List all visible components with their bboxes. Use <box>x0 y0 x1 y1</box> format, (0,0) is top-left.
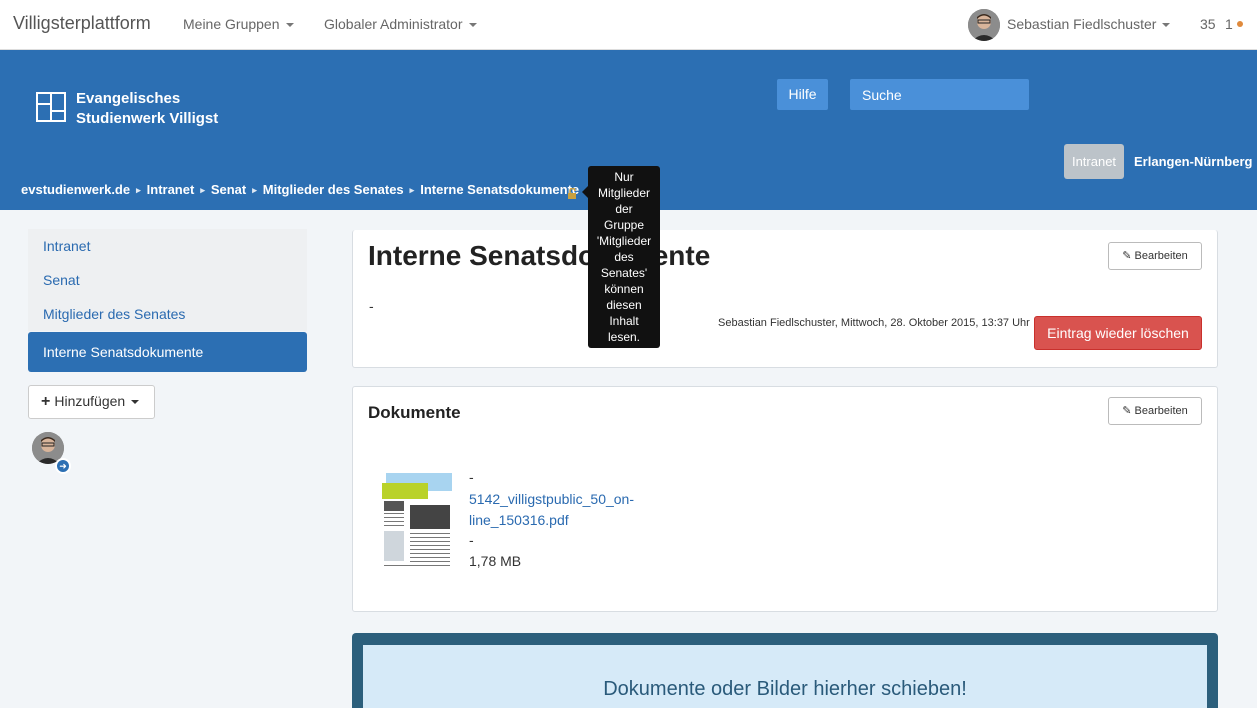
chevron-right-icon: ▸ <box>200 185 205 195</box>
chevron-down-icon <box>468 23 477 28</box>
user-name: Sebastian Fiedlschuster <box>1007 16 1171 32</box>
logo-text[interactable]: Evangelisches Studienwerk Villigst <box>76 89 218 129</box>
chevron-down-icon <box>285 23 294 28</box>
arrow-right-icon[interactable]: ➜ <box>55 458 71 474</box>
chevron-right-icon: ▸ <box>409 185 415 195</box>
breadcrumb-item[interactable]: Senat <box>211 182 246 197</box>
notification-count[interactable]: 35 <box>1200 16 1216 32</box>
delete-entry-button[interactable]: Eintrag wieder löschen <box>1034 316 1202 350</box>
tooltip-line: lesen. <box>607 330 641 344</box>
add-button[interactable]: + Hinzufügen <box>28 385 155 419</box>
tooltip-line: 'Mitglieder <box>596 234 652 248</box>
menu-label: Globaler Administrator <box>324 16 463 32</box>
avatar <box>968 9 1000 41</box>
menu-meine-gruppen[interactable]: Meine Gruppen <box>183 16 294 32</box>
breadcrumb: evstudienwerk.de ▸ Intranet ▸ Senat ▸ Mitglied… <box>21 182 579 197</box>
breadcrumb-item[interactable]: evstudienwerk.de <box>21 182 130 197</box>
unread-dot-icon <box>1237 21 1243 27</box>
search-input[interactable] <box>850 79 1029 110</box>
dropzone[interactable]: Dokumente oder Bilder hierher schieben! <box>352 633 1218 708</box>
sidebar-item-interne-senatsdokumente[interactable]: Interne Senatsdokumente <box>28 332 307 372</box>
edit-label: Bearbeiten <box>1134 250 1188 262</box>
plus-icon: + <box>41 393 51 410</box>
sidebar-item-intranet[interactable]: Intranet <box>28 229 307 263</box>
file-caption: - <box>469 532 474 548</box>
breadcrumb-item-current[interactable]: Interne Senatsdokumente <box>420 182 579 197</box>
tooltip-line: Mitglieder <box>597 186 651 200</box>
chevron-down-icon <box>1162 23 1171 28</box>
user-name-label: Sebastian Fiedlschuster <box>1007 16 1157 32</box>
logo-icon[interactable] <box>36 92 66 122</box>
documents-title: Dokumente <box>368 403 461 422</box>
menu-globaler-administrator[interactable]: Globaler Administrator <box>324 16 477 32</box>
edit-icon: ✎ <box>1122 250 1132 262</box>
chevron-down-icon <box>131 400 140 405</box>
file-link[interactable]: 5142_villigstpublic_50_on-line_150316.pd… <box>469 489 649 531</box>
sidebar-item-mitglieder-des-senates[interactable]: Mitglieder des Senates <box>28 297 307 331</box>
logo-line-2: Studienwerk Villigst <box>76 110 219 127</box>
help-button[interactable]: Hilfe <box>777 79 828 110</box>
page-body-text: - <box>369 298 374 314</box>
message-count[interactable]: 1 <box>1225 16 1233 32</box>
tooltip-line: Senates' <box>600 266 648 280</box>
edit-icon: ✎ <box>1122 405 1132 417</box>
tooltip-line: Gruppe <box>603 218 645 232</box>
page-panel: Interne Senatsdokumente ✎ Bearbeiten - S… <box>352 230 1218 368</box>
chevron-right-icon: ▸ <box>252 185 257 195</box>
edit-label: Bearbeiten <box>1134 405 1188 417</box>
breadcrumb-item[interactable]: Intranet <box>147 182 195 197</box>
tooltip-line: können <box>604 282 644 296</box>
pdf-thumbnail[interactable] <box>382 473 454 573</box>
chevron-right-icon: ▸ <box>136 185 141 195</box>
pill-intranet[interactable]: Intranet <box>1064 144 1124 179</box>
brand-link[interactable]: Villigsterplattform <box>13 13 151 34</box>
menu-label: Meine Gruppen <box>183 16 280 32</box>
tooltip-line: Inhalt <box>609 314 639 328</box>
top-navbar: Villigsterplattform Meine Gruppen Global… <box>0 0 1257 50</box>
dropzone-text: Dokumente oder Bilder hierher schieben! <box>603 678 967 700</box>
edit-documents-button[interactable]: ✎ Bearbeiten <box>1108 397 1202 425</box>
documents-panel: Dokumente ✎ Bearbeiten - 5142_villigstpu… <box>352 386 1218 612</box>
file-size: 1,78 MB <box>469 553 522 569</box>
page-meta: Sebastian Fiedlschuster, Mittwoch, 28. O… <box>718 317 1030 329</box>
logo-line-1: Evangelisches <box>76 90 181 107</box>
lock-icon[interactable] <box>567 188 578 199</box>
edit-page-button[interactable]: ✎ Bearbeiten <box>1108 242 1202 270</box>
file-description: - <box>469 469 474 485</box>
sidebar-item-senat[interactable]: Senat <box>28 263 307 297</box>
breadcrumb-item[interactable]: Mitglieder des Senates <box>263 182 404 197</box>
tooltip-access-info: Nur Mitglieder der Gruppe 'Mitglieder de… <box>588 166 660 348</box>
add-button-label: Hinzufügen <box>54 393 126 409</box>
tooltip-line: der <box>615 202 633 216</box>
tooltip-line: diesen <box>606 298 642 312</box>
dropzone-inner[interactable]: Dokumente oder Bilder hierher schieben! <box>363 645 1207 708</box>
pill-erlangen-nuernberg[interactable]: Erlangen-Nürnberg <box>1134 154 1252 169</box>
tooltip-line: Nur <box>614 170 634 184</box>
tooltip-line: des <box>614 250 634 264</box>
